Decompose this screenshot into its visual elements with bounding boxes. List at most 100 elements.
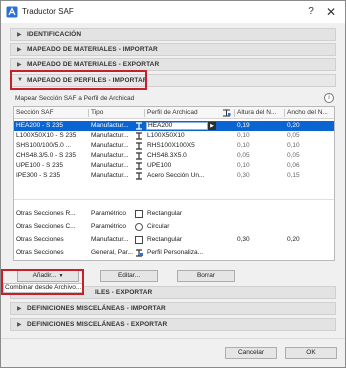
steel-profile-icon xyxy=(136,132,142,140)
section-materiales-importar[interactable]: ▶ MAPEADO DE MATERIALES - IMPORTAR xyxy=(10,43,336,56)
cell-seccion: Otras Secciones C... xyxy=(16,223,76,230)
chevron-right-icon: ▶ xyxy=(17,32,22,38)
table-row[interactable]: L100X50X10 - S 235 Manufactur... L100X50… xyxy=(14,131,334,141)
footer-divider xyxy=(1,338,345,339)
steel-profile-icon xyxy=(136,152,142,160)
cell-perfil: Perfil Personaliza... xyxy=(147,249,203,256)
cancel-button[interactable]: Cancelar xyxy=(225,347,277,359)
cell-ancho: 0,06 xyxy=(287,162,300,169)
highlight-box xyxy=(1,269,84,295)
cell-perfil: RHS100X100X5 xyxy=(147,142,195,149)
cell-seccion: Otras Secciones xyxy=(16,236,64,243)
cell-ancho: 0,20 xyxy=(287,236,300,243)
dropdown-arrow-icon[interactable]: ▶ xyxy=(208,122,216,130)
info-icon[interactable]: i xyxy=(324,93,334,103)
table-row[interactable]: Otras Secciones R... Paramétrico Rectang… xyxy=(14,209,334,219)
cell-tipo: Manufactur... xyxy=(91,122,129,129)
help-button[interactable]: ? xyxy=(305,5,317,19)
table-row[interactable]: HEA200 - S 235 Manufactur... HEA200 ▶ 0,… xyxy=(14,121,334,131)
delete-button[interactable]: Borrar xyxy=(177,270,235,282)
cell-altura: 0,19 xyxy=(237,122,250,129)
cell-tipo: Manufactur... xyxy=(91,162,129,169)
section-miscelaneas-exportar[interactable]: ▶ DEFINICIONES MISCELÁNEAS - EXPORTAR xyxy=(10,318,336,331)
table-row[interactable]: Otras Secciones Manufactur... Rectangula… xyxy=(14,235,334,245)
cell-perfil: Rectangular xyxy=(147,236,183,243)
table-row[interactable]: CHS48.3/5.0 - S 235 Manufactur... CHS48.… xyxy=(14,151,334,161)
cell-altura: 0,05 xyxy=(237,152,250,159)
title-bar: Traductor SAF ? ✕ xyxy=(1,1,345,23)
cell-seccion: CHS48.3/5.0 - S 235 xyxy=(16,152,76,159)
chevron-right-icon: ▶ xyxy=(17,306,22,312)
cell-ancho: 0,05 xyxy=(287,152,300,159)
archicad-app-icon xyxy=(6,6,18,18)
cell-seccion: HEA200 - S 235 xyxy=(16,122,63,129)
section-label: IDENTIFICACIÓN xyxy=(27,31,82,38)
cell-tipo: Manufactur... xyxy=(91,132,129,139)
section-label: MAPEADO DE MATERIALES - IMPORTAR xyxy=(27,46,158,53)
window-title: Traductor SAF xyxy=(22,7,74,16)
custom-profile-icon xyxy=(136,249,143,257)
section-label: ILES - EXPORTAR xyxy=(95,289,153,296)
column-header-ancho[interactable]: Ancho del N... xyxy=(287,107,333,119)
table-row[interactable]: Otras Secciones General, Par... Perfil P… xyxy=(14,248,334,258)
cell-tipo: Paramétrico xyxy=(91,210,127,217)
chevron-right-icon: ▶ xyxy=(17,62,22,68)
mapping-subheading: Mapear Sección SAF a Perfil de Archicad xyxy=(15,95,135,102)
column-separator xyxy=(284,109,285,117)
saf-translator-dialog: Traductor SAF ? ✕ ▶ IDENTIFICACIÓN ▶ MAP… xyxy=(0,0,346,368)
cell-tipo: Manufactur... xyxy=(91,142,129,149)
column-separator xyxy=(88,109,89,117)
cell-perfil: UPE100 xyxy=(147,162,172,169)
steel-profile-icon xyxy=(136,172,142,180)
ok-button[interactable]: OK xyxy=(285,347,337,359)
cell-perfil: CHS48.3X5.0 xyxy=(147,152,187,159)
chevron-right-icon: ▶ xyxy=(17,322,22,328)
section-label: MAPEADO DE MATERIALES - EXPORTAR xyxy=(27,61,160,68)
column-separator xyxy=(144,109,145,117)
section-identificacion[interactable]: ▶ IDENTIFICACIÓN xyxy=(10,28,336,41)
cell-ancho: 0,15 xyxy=(287,172,300,179)
profiles-table: Sección SAF Tipo Perfil de Archicad Altu… xyxy=(13,106,335,261)
cell-tipo: Paramétrico xyxy=(91,223,127,230)
steel-profile-icon xyxy=(136,162,142,170)
chevron-right-icon: ▶ xyxy=(17,47,22,53)
column-header-altura[interactable]: Altura del N... xyxy=(237,107,281,119)
cell-seccion: Otras Secciones R... xyxy=(16,210,76,217)
table-row[interactable]: IPE300 - S 235 Manufactur... Acero Secci… xyxy=(14,171,334,181)
table-row[interactable]: SHS100/100/5.0 ... Manufactur... RHS100X… xyxy=(14,141,334,151)
cell-perfil: L100X50X10 xyxy=(147,132,185,139)
table-row[interactable]: Otras Secciones C... Paramétrico Circula… xyxy=(14,222,334,232)
section-miscelaneas-importar[interactable]: ▶ DEFINICIONES MISCELÁNEAS - IMPORTAR xyxy=(10,302,336,315)
cell-tipo: General, Par... xyxy=(91,249,133,256)
cell-altura: 0,10 xyxy=(237,132,250,139)
profile-select-field[interactable]: HEA200 xyxy=(146,122,208,130)
cell-ancho: 0,20 xyxy=(287,122,300,129)
column-header-seccion[interactable]: Sección SAF xyxy=(16,107,86,119)
circle-icon xyxy=(135,223,143,231)
steel-profile-icon xyxy=(136,142,142,150)
close-button[interactable]: ✕ xyxy=(323,4,339,20)
section-label: DEFINICIONES MISCELÁNEAS - EXPORTAR xyxy=(27,321,168,328)
column-header-tipo[interactable]: Tipo xyxy=(91,107,141,119)
cell-seccion: UPE100 - S 235 xyxy=(16,162,63,169)
cell-seccion: Otras Secciones xyxy=(16,249,64,256)
cell-ancho: 0,05 xyxy=(287,132,300,139)
cell-perfil: Rectangular xyxy=(147,210,183,217)
cell-seccion: SHS100/100/5.0 ... xyxy=(16,142,71,149)
section-divider xyxy=(14,199,334,200)
column-header-perfil[interactable]: Perfil de Archicad xyxy=(147,107,217,119)
cell-perfil: Acero Sección Un... xyxy=(147,172,205,179)
column-separator xyxy=(234,109,235,117)
rectangle-icon xyxy=(135,210,143,218)
rectangle-icon xyxy=(135,236,143,244)
cell-altura: 0,10 xyxy=(237,162,250,169)
cell-tipo: Manufactur... xyxy=(91,172,129,179)
cell-altura: 0,30 xyxy=(237,172,250,179)
table-row[interactable]: UPE100 - S 235 Manufactur... UPE100 0,10… xyxy=(14,161,334,171)
cell-ancho: 0,10 xyxy=(287,142,300,149)
steel-profile-icon xyxy=(136,122,142,130)
cell-tipo: Manufactur... xyxy=(91,152,129,159)
cell-perfil: Circular xyxy=(147,223,170,230)
edit-button[interactable]: Editar... xyxy=(100,270,158,282)
cell-altura: 0,30 xyxy=(237,236,250,243)
